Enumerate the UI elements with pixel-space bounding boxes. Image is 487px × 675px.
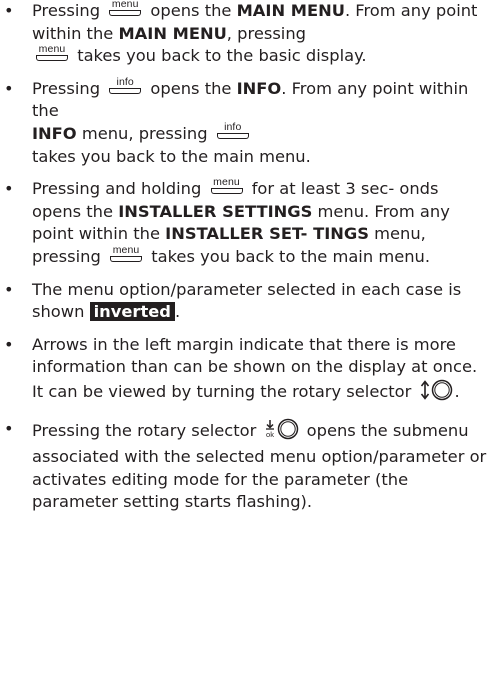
text: Pressing the rotary selector xyxy=(32,420,257,440)
list-item: • Pressing menu opens the MAIN MENU. Fro… xyxy=(0,0,487,68)
bullet: • xyxy=(4,1,14,20)
bold-term: INFO xyxy=(236,78,282,98)
bold-term: INSTALLER SET- TINGS xyxy=(165,224,369,244)
bullet: • xyxy=(4,418,14,438)
text: takes you back to the main menu. xyxy=(32,146,311,166)
text: Pressing and holding xyxy=(32,179,202,199)
text: opens the xyxy=(150,1,232,20)
bold-term: INSTALLER SETTINGS xyxy=(118,201,313,221)
text: , pressing xyxy=(226,23,306,43)
text: menu, pressing xyxy=(81,123,208,143)
text: opens the xyxy=(150,78,232,98)
menu-key-icon: menu xyxy=(35,44,69,62)
text: . xyxy=(174,302,181,322)
bullet: • xyxy=(4,78,14,98)
list-item: • Arrows in the left margin indicate tha… xyxy=(0,334,487,408)
rotary-selector-press-icon: ok xyxy=(263,418,301,447)
svg-text:ok: ok xyxy=(267,430,275,439)
text: Arrows in the left margin indicate that … xyxy=(32,334,478,401)
bullet: • xyxy=(4,279,14,299)
bullet: • xyxy=(4,334,14,354)
bold-term: MAIN MENU xyxy=(236,1,345,20)
text: takes you back to the main menu. xyxy=(151,246,431,266)
info-key-icon: info xyxy=(108,76,142,95)
menu-key-icon: menu xyxy=(109,244,143,263)
instruction-list: • Pressing menu opens the MAIN MENU. Fro… xyxy=(0,0,487,524)
list-item: • Pressing the rotary selector ok opens … xyxy=(0,418,487,514)
rotary-selector-turn-icon xyxy=(419,379,455,408)
info-key-icon: info xyxy=(216,121,250,140)
text: Pressing xyxy=(32,78,101,98)
menu-key-icon: menu xyxy=(108,0,142,17)
text: . xyxy=(454,381,460,401)
list-item: • Pressing and holding menu for at least… xyxy=(0,177,487,268)
list-item: • Pressing info opens the INFO. From any… xyxy=(0,76,487,168)
text: takes you back to the basic display. xyxy=(77,46,367,66)
text: Pressing xyxy=(32,1,101,20)
bullet: • xyxy=(4,179,14,199)
inverted-sample: inverted xyxy=(89,302,175,322)
bold-term: INFO xyxy=(32,123,77,143)
menu-key-icon: menu xyxy=(210,177,244,195)
list-item: • The menu option/parameter selected in … xyxy=(0,279,487,324)
bold-term: MAIN MENU xyxy=(118,23,227,43)
